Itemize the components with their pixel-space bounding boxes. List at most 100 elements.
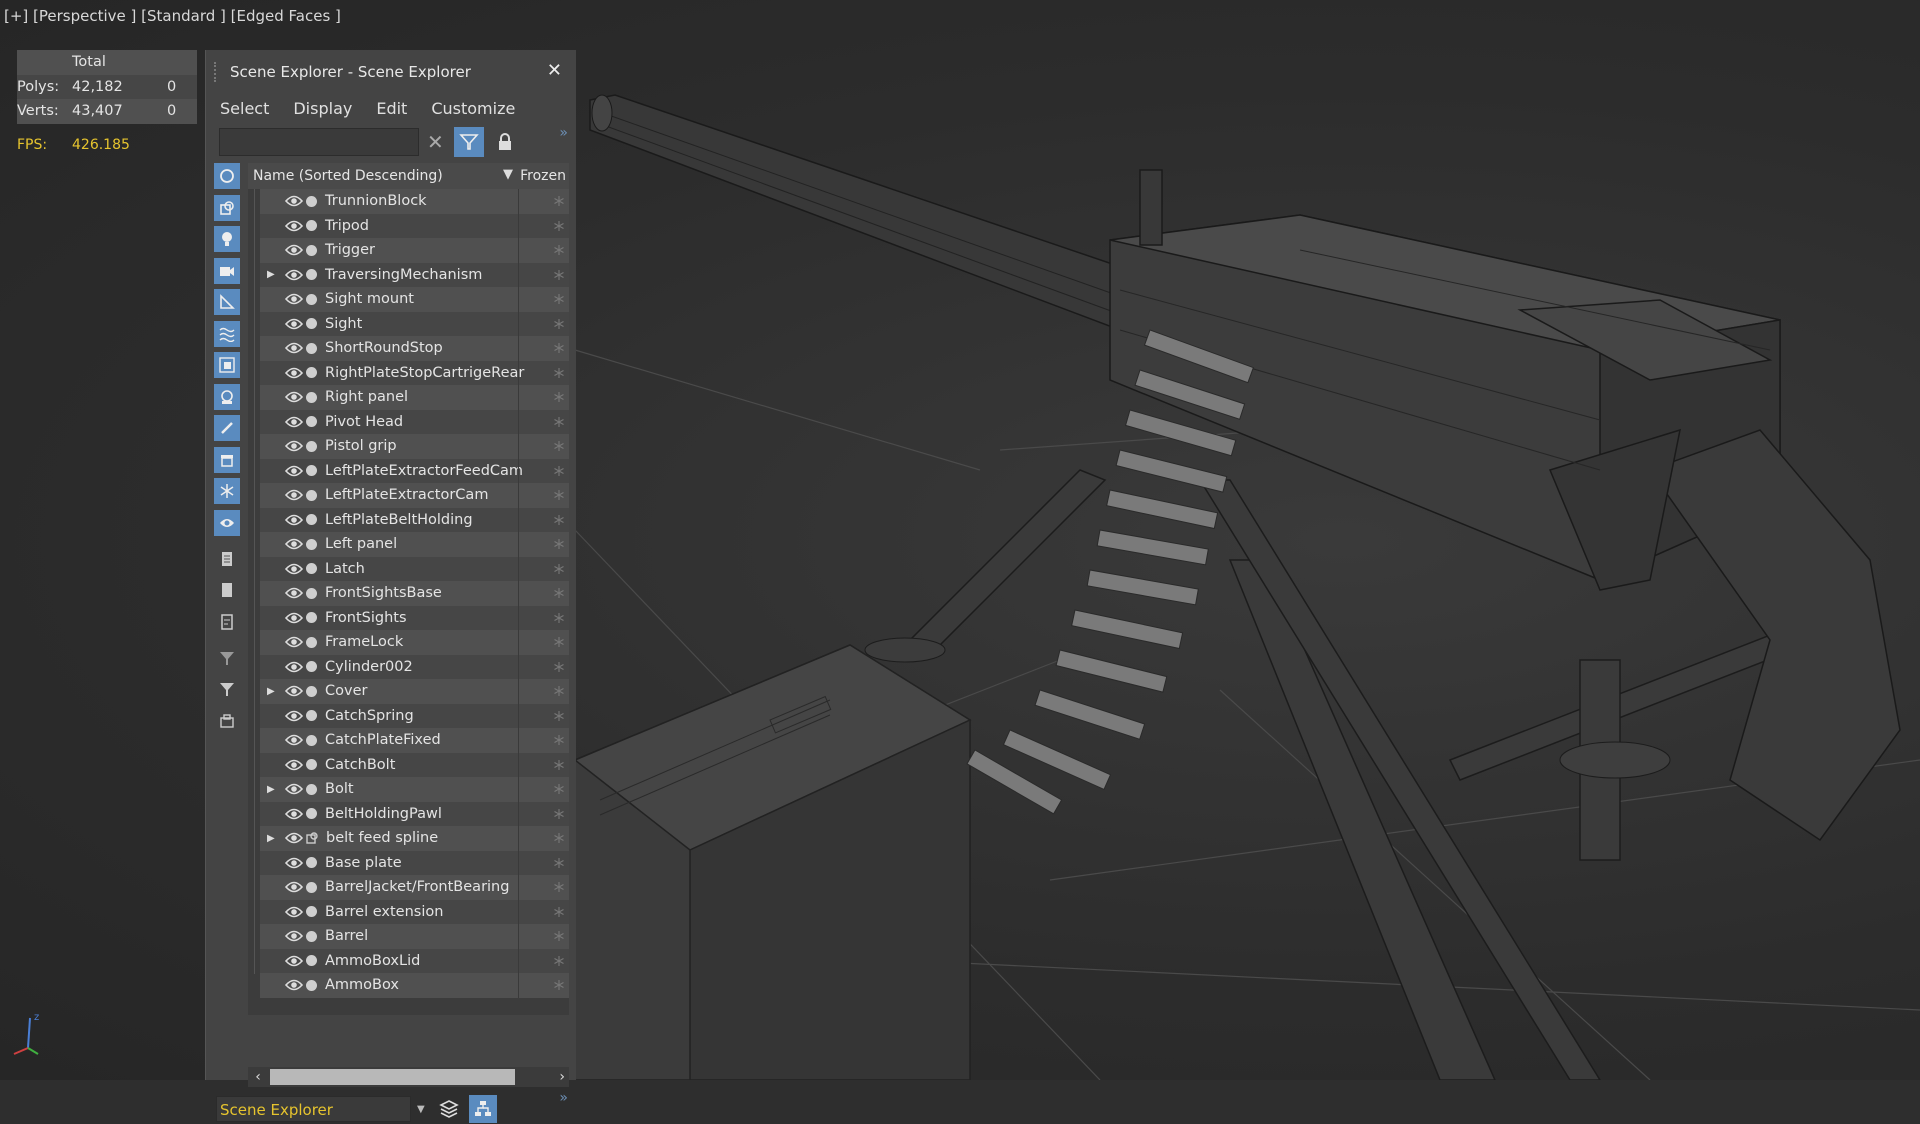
visibility-eye-icon[interactable]	[285, 194, 303, 208]
expand-toolbar-icon[interactable]: »	[559, 125, 568, 141]
display-shapes-button[interactable]	[214, 194, 240, 221]
list-item[interactable]: ShortRoundStop	[260, 336, 569, 361]
frozen-snowflake-icon[interactable]	[553, 832, 565, 844]
visibility-eye-icon[interactable]	[285, 831, 303, 845]
list-item[interactable]: Left panel	[260, 532, 569, 557]
selection-set-button[interactable]	[214, 708, 240, 734]
display-all-button[interactable]	[214, 546, 240, 572]
frozen-snowflake-icon[interactable]	[553, 416, 565, 428]
visibility-eye-icon[interactable]	[285, 317, 303, 331]
list-item[interactable]: Barrel extension	[260, 899, 569, 924]
scroll-right-icon[interactable]: ›	[559, 1069, 565, 1085]
display-groups-button[interactable]	[214, 352, 240, 378]
expand-arrow-icon[interactable]: ▶	[267, 269, 277, 280]
list-item[interactable]: Pivot Head	[260, 409, 569, 434]
list-item[interactable]: CatchPlateFixed	[260, 728, 569, 753]
list-item[interactable]: CatchBolt	[260, 752, 569, 777]
menu-select[interactable]: Select	[220, 99, 269, 118]
frozen-snowflake-icon[interactable]	[553, 636, 565, 648]
list-item[interactable]: BarrelJacket/FrontBearing	[260, 875, 569, 900]
visibility-eye-icon[interactable]	[285, 464, 303, 478]
list-item[interactable]: FrontSightsBase	[260, 581, 569, 606]
list-item[interactable]: Right panel	[260, 385, 569, 410]
display-lights-button[interactable]	[214, 226, 240, 252]
frozen-snowflake-icon[interactable]	[553, 195, 565, 207]
frozen-snowflake-icon[interactable]	[553, 244, 565, 256]
list-item[interactable]: Latch	[260, 556, 569, 581]
frozen-snowflake-icon[interactable]	[553, 783, 565, 795]
close-button[interactable]: ✕	[547, 60, 562, 81]
filter-toggle-button-side[interactable]	[214, 676, 240, 702]
display-containers-button[interactable]	[214, 446, 240, 473]
visibility-eye-icon[interactable]	[285, 219, 303, 233]
list-item[interactable]: RightPlateStopCartrigeRear	[260, 360, 569, 385]
column-name-header[interactable]: Name (Sorted Descending)	[253, 168, 443, 184]
frozen-snowflake-icon[interactable]	[553, 465, 565, 477]
frozen-snowflake-icon[interactable]	[553, 514, 565, 526]
frozen-snowflake-icon[interactable]	[553, 759, 565, 771]
list-item[interactable]: ▶ Bolt	[260, 777, 569, 802]
frozen-snowflake-icon[interactable]	[553, 538, 565, 550]
expand-bottom-icon[interactable]: »	[559, 1090, 568, 1106]
visibility-eye-icon[interactable]	[285, 733, 303, 747]
display-geometry-button[interactable]	[214, 163, 240, 189]
frozen-snowflake-icon[interactable]	[553, 293, 565, 305]
clear-search-icon[interactable]: ✕	[427, 130, 444, 154]
list-item[interactable]: Trigger	[260, 238, 569, 263]
list-item[interactable]: AmmoBox	[260, 973, 569, 998]
scene-explorer-titlebar[interactable]: Scene Explorer - Scene Explorer ✕	[206, 50, 576, 94]
frozen-snowflake-icon[interactable]	[553, 587, 565, 599]
frozen-snowflake-icon[interactable]	[553, 955, 565, 967]
visibility-eye-icon[interactable]	[285, 856, 303, 870]
list-item[interactable]: Pistol grip	[260, 434, 569, 459]
frozen-snowflake-icon[interactable]	[553, 318, 565, 330]
sort-descending-icon[interactable]: ▼	[503, 167, 513, 182]
filter-toggle-button[interactable]	[453, 127, 484, 157]
frozen-snowflake-icon[interactable]	[553, 220, 565, 232]
scene-explorer-panel[interactable]: Scene Explorer - Scene Explorer ✕ Select…	[205, 50, 576, 1123]
visibility-eye-icon[interactable]	[285, 586, 303, 600]
display-xrefs-button[interactable]	[214, 383, 240, 410]
visibility-eye-icon[interactable]	[285, 611, 303, 625]
list-item[interactable]: Sight	[260, 311, 569, 336]
lock-icon[interactable]	[498, 133, 512, 151]
visibility-eye-icon[interactable]	[285, 341, 303, 355]
display-frozen-button[interactable]	[214, 478, 240, 504]
visibility-eye-icon[interactable]	[285, 684, 303, 698]
list-item[interactable]: ▶ belt feed spline	[260, 826, 569, 851]
frozen-snowflake-icon[interactable]	[553, 269, 565, 281]
visibility-eye-icon[interactable]	[285, 954, 303, 968]
frozen-snowflake-icon[interactable]	[553, 881, 565, 893]
frozen-snowflake-icon[interactable]	[553, 661, 565, 673]
expand-arrow-icon[interactable]: ▶	[267, 784, 277, 795]
layers-icon[interactable]	[438, 1099, 459, 1119]
visibility-eye-icon[interactable]	[285, 758, 303, 772]
list-item[interactable]: Barrel	[260, 924, 569, 949]
menu-display[interactable]: Display	[293, 99, 352, 118]
frozen-snowflake-icon[interactable]	[553, 930, 565, 942]
visibility-eye-icon[interactable]	[285, 929, 303, 943]
scroll-thumb[interactable]	[270, 1069, 515, 1085]
frozen-snowflake-icon[interactable]	[553, 685, 565, 697]
horizontal-scrollbar[interactable]: ‹ ›	[248, 1067, 569, 1087]
frozen-snowflake-icon[interactable]	[553, 563, 565, 575]
visibility-eye-icon[interactable]	[285, 635, 303, 649]
explorer-dropdown[interactable]: Scene Explorer	[216, 1096, 411, 1122]
list-item[interactable]: BeltHoldingPawl	[260, 801, 569, 826]
viewport-label[interactable]: [+] [Perspective ] [Standard ] [Edged Fa…	[4, 7, 341, 25]
display-hidden-button[interactable]	[214, 509, 240, 536]
search-input[interactable]	[219, 128, 419, 156]
scroll-left-icon[interactable]: ‹	[248, 1069, 268, 1085]
list-item[interactable]: CatchSpring	[260, 703, 569, 728]
column-frozen-header[interactable]: Frozen	[520, 168, 566, 184]
expand-arrow-icon[interactable]: ▶	[267, 686, 277, 697]
frozen-snowflake-icon[interactable]	[553, 391, 565, 403]
visibility-eye-icon[interactable]	[285, 390, 303, 404]
list-item[interactable]: TrunnionBlock	[260, 189, 569, 214]
display-bones-button[interactable]	[214, 415, 240, 441]
list-header[interactable]: Name (Sorted Descending) ▼ Frozen	[248, 163, 569, 189]
list-item[interactable]: LeftPlateExtractorCam	[260, 483, 569, 508]
visibility-eye-icon[interactable]	[285, 660, 303, 674]
list-item[interactable]: ▶ TraversingMechanism	[260, 262, 569, 287]
visibility-eye-icon[interactable]	[285, 439, 303, 453]
